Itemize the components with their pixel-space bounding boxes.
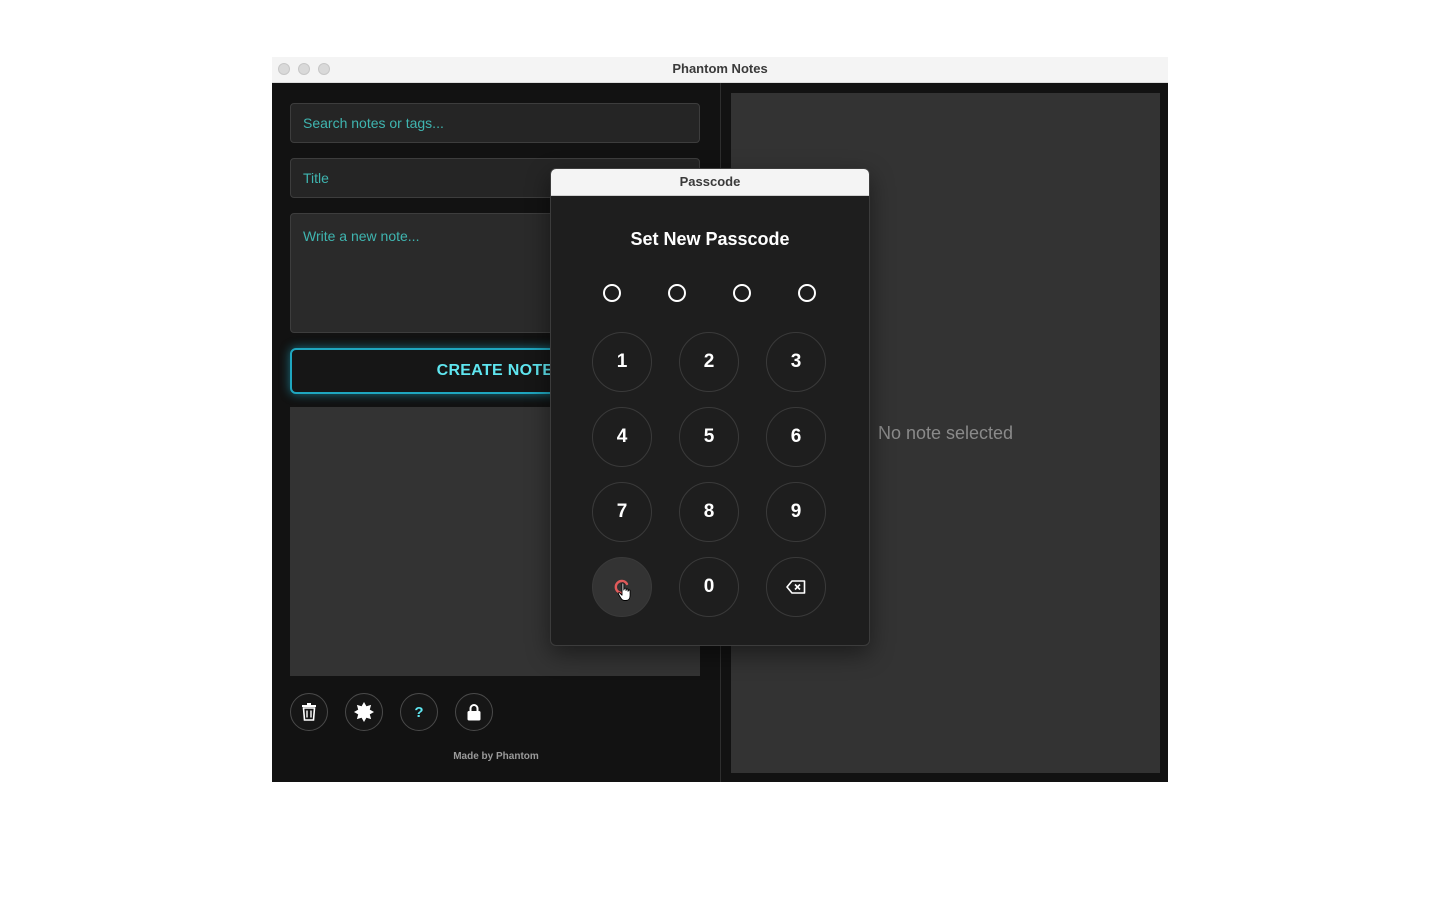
pin-indicator (603, 284, 621, 302)
lock-icon (467, 703, 481, 720)
search-input[interactable]: Search notes or tags... (290, 103, 700, 143)
pin-indicator (798, 284, 816, 302)
window-title: Phantom Notes (672, 61, 768, 76)
dialog-title: Passcode (551, 169, 869, 196)
keypad-key-3[interactable]: 3 (766, 332, 826, 392)
keypad-key-2[interactable]: 2 (679, 332, 739, 392)
title-bar: Phantom Notes (272, 57, 1168, 83)
pin-indicator (668, 284, 686, 302)
dialog-heading: Set New Passcode (630, 229, 790, 249)
pin-indicator (733, 284, 751, 302)
keypad-key-5[interactable]: 5 (679, 407, 739, 467)
trash-icon (302, 703, 316, 721)
keypad-key-6[interactable]: 6 (766, 407, 826, 467)
delete-button[interactable] (290, 693, 328, 731)
pointer-cursor-icon (617, 582, 631, 601)
backspace-icon (786, 580, 806, 594)
keypad-key-1[interactable]: 1 (592, 332, 652, 392)
keypad-backspace-button[interactable] (766, 557, 826, 617)
footer-credit: Made by Phantom (453, 751, 539, 762)
settings-button[interactable] (345, 693, 383, 731)
keypad-key-4[interactable]: 4 (592, 407, 652, 467)
help-icon: ? (414, 703, 424, 721)
help-button[interactable]: ? (400, 693, 438, 731)
keypad-key-7[interactable]: 7 (592, 482, 652, 542)
keypad-key-8[interactable]: 8 (679, 482, 739, 542)
settings-badge-icon (354, 702, 374, 722)
keypad-key-9[interactable]: 9 (766, 482, 826, 542)
lock-button[interactable] (455, 693, 493, 731)
keypad-key-0[interactable]: 0 (679, 557, 739, 617)
passcode-dialog: Passcode Set New Passcode 1 2 3 4 5 6 7 … (550, 168, 870, 646)
